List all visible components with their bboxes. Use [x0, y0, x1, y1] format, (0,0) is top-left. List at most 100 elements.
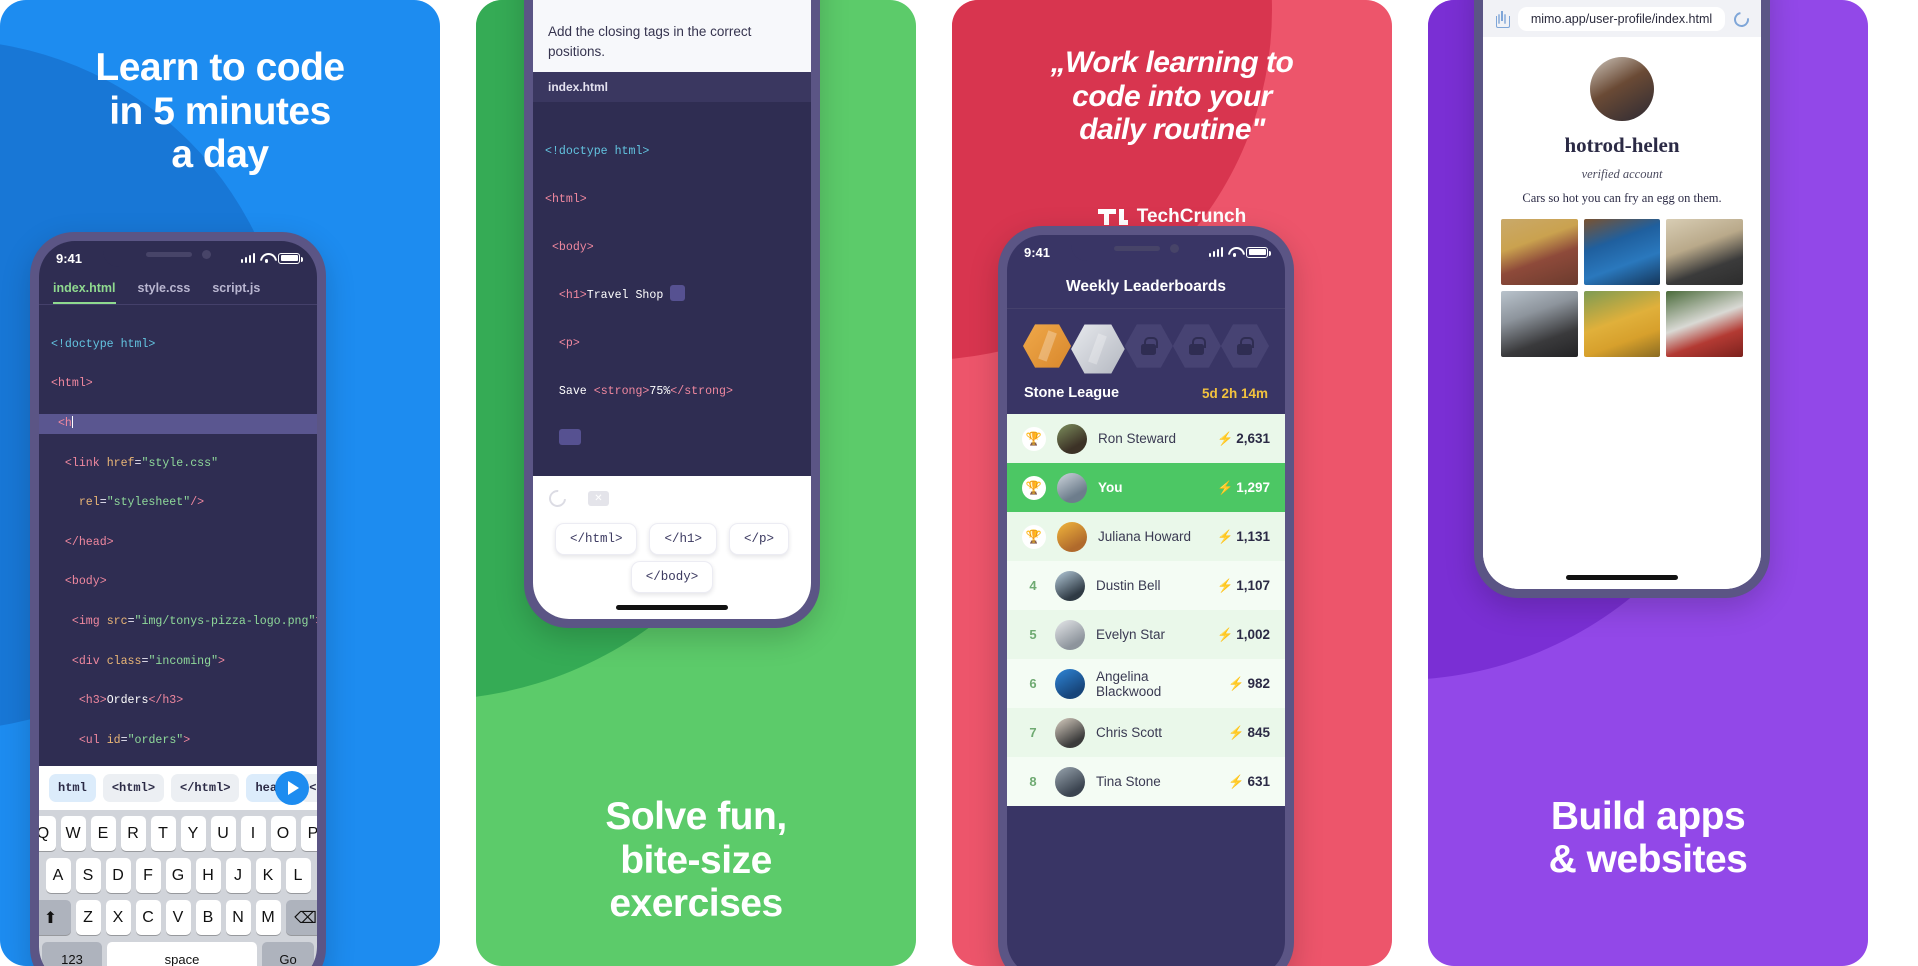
answer-token-row-2: </body>: [547, 561, 797, 593]
key-l[interactable]: L: [285, 858, 311, 893]
key-x[interactable]: X: [105, 900, 131, 935]
editor-file-tabs[interactable]: index.html style.css script.js: [39, 275, 317, 305]
code-line: <!doctype html>: [545, 145, 650, 159]
shift-key[interactable]: ⬆: [39, 900, 71, 935]
key-w[interactable]: W: [60, 816, 86, 851]
code-line: <ul id="orders">: [78, 733, 191, 747]
player-name: Ron Steward: [1098, 431, 1177, 446]
table-row[interactable]: 8 Tina Stone ⚡ 631: [1007, 757, 1285, 806]
key-a[interactable]: A: [45, 858, 71, 893]
key-s[interactable]: S: [75, 858, 101, 893]
key-g[interactable]: G: [165, 858, 191, 893]
panel-3-headline: „Work learning to code into your daily r…: [1050, 46, 1294, 147]
key-y[interactable]: Y: [180, 816, 206, 851]
home-indicator: [616, 605, 728, 610]
techcrunch-attribution: TechCrunch: [952, 206, 1392, 228]
player-points: ⚡ 845: [1228, 724, 1270, 741]
key-c[interactable]: C: [135, 900, 161, 935]
key-q[interactable]: Q: [39, 816, 56, 851]
key-j[interactable]: J: [225, 858, 251, 893]
backspace-key[interactable]: ⌫: [285, 900, 317, 935]
key-o[interactable]: O: [270, 816, 296, 851]
table-row[interactable]: 🏆 Ron Steward ⚡ 2,631: [1007, 414, 1285, 463]
status-bar: 9:41: [39, 241, 317, 275]
table-row[interactable]: 7 Chris Scott ⚡ 845: [1007, 708, 1285, 757]
player-rank: 7: [1029, 725, 1037, 740]
key-b[interactable]: B: [195, 900, 221, 935]
table-row[interactable]: 4 Dustin Bell ⚡ 1,107: [1007, 561, 1285, 610]
table-row[interactable]: 🏆 Juliana Howard ⚡ 1,131: [1007, 512, 1285, 561]
locked-league-badge-1[interactable]: [1124, 324, 1173, 368]
suggestion-chip-open-html[interactable]: <html>: [102, 774, 165, 802]
locked-league-badge-3[interactable]: [1220, 324, 1270, 368]
key-m[interactable]: M: [255, 900, 281, 935]
url-text[interactable]: mimo.app/user-profile/index.html: [1518, 7, 1725, 31]
numbers-key[interactable]: 123: [42, 942, 102, 966]
code-suggestion-bar[interactable]: html <html> </html> head <: [39, 766, 317, 810]
exercise-prompt: Add the closing tags in the correct posi…: [533, 0, 811, 73]
panel-4-headline: Build apps & websites: [1548, 794, 1748, 882]
suggestion-chip-close-html[interactable]: </html>: [171, 774, 240, 802]
black-vintage-car-photo[interactable]: [1666, 219, 1743, 285]
key-r[interactable]: R: [120, 816, 146, 851]
key-f[interactable]: F: [135, 858, 161, 893]
red-pickup-in-field-photo[interactable]: [1501, 219, 1578, 285]
phone-screen: 9:41 Weekly Leaderboards Stone League 5d…: [1007, 235, 1285, 966]
player-rank: 4: [1029, 578, 1037, 593]
go-key[interactable]: Go: [262, 942, 314, 966]
player-points: ⚡ 2,631: [1217, 430, 1270, 447]
profile-page: hotrod-helen verified account Cars so ho…: [1483, 37, 1761, 589]
key-u[interactable]: U: [210, 816, 236, 851]
key-k[interactable]: K: [255, 858, 281, 893]
share-icon[interactable]: [1495, 10, 1510, 28]
yellow-chevy-truck-photo[interactable]: [1583, 291, 1661, 357]
black-hotrod-photo[interactable]: [1501, 291, 1578, 357]
key-h[interactable]: H: [195, 858, 221, 893]
silver-league-badge[interactable]: [1071, 324, 1125, 374]
key-z[interactable]: Z: [75, 900, 101, 935]
key-t[interactable]: T: [150, 816, 176, 851]
key-v[interactable]: V: [165, 900, 191, 935]
player-name: Tina Stone: [1096, 774, 1161, 789]
browser-url-bar[interactable]: mimo.app/user-profile/index.html: [1483, 1, 1761, 37]
answer-token-close-p[interactable]: </p>: [729, 523, 790, 555]
answer-blank-slot[interactable]: [670, 285, 686, 302]
answer-blank-slot[interactable]: [558, 429, 581, 446]
key-n[interactable]: N: [225, 900, 251, 935]
table-row[interactable]: 6 Angelina Blackwood ⚡ 982: [1007, 659, 1285, 708]
table-row[interactable]: 🏆 You ⚡ 1,297: [1007, 463, 1285, 512]
battery-icon: [1246, 246, 1271, 258]
key-d[interactable]: D: [105, 858, 131, 893]
phone-screen: mimo.app/user-profile/index.html hotrod-…: [1483, 0, 1761, 589]
answer-token-close-h1[interactable]: </h1>: [649, 523, 717, 555]
onscreen-keyboard[interactable]: Q W E R T Y U I O P A S D F G H J K L ⬆ …: [39, 810, 317, 966]
key-i[interactable]: I: [240, 816, 266, 851]
undo-icon[interactable]: [545, 486, 570, 511]
bronze-league-badge[interactable]: [1023, 324, 1072, 368]
code-line: </head>: [64, 535, 114, 549]
tab-script-js[interactable]: script.js: [212, 281, 260, 304]
table-row[interactable]: 5 Evelyn Star ⚡ 1,002: [1007, 610, 1285, 659]
suggestion-chip-html[interactable]: html: [49, 774, 96, 802]
key-p[interactable]: P: [300, 816, 317, 851]
blue-vw-beetle-photo[interactable]: [1583, 219, 1661, 285]
league-info-row: Stone League 5d 2h 14m: [1007, 381, 1285, 414]
red-vw-bus-photo[interactable]: [1666, 291, 1743, 357]
avatar: [1055, 717, 1085, 748]
locked-league-badge-2[interactable]: [1172, 324, 1221, 368]
leaderboard-list[interactable]: 🏆 Ron Steward ⚡ 2,631 🏆 You ⚡ 1,297 🏆 Ju…: [1007, 414, 1285, 806]
backspace-icon[interactable]: ✕: [588, 491, 609, 506]
tab-index-html[interactable]: index.html: [53, 281, 116, 304]
answer-token-close-html[interactable]: </html>: [554, 523, 638, 555]
status-indicators: [240, 252, 303, 264]
tab-style-css[interactable]: style.css: [138, 281, 191, 304]
panel-1-headline: Learn to code in 5 minutes a day: [95, 46, 345, 177]
key-e[interactable]: E: [90, 816, 116, 851]
space-key[interactable]: space: [107, 942, 257, 966]
player-points: ⚡ 1,107: [1217, 577, 1270, 594]
answer-token-close-body[interactable]: </body>: [630, 561, 714, 593]
run-button[interactable]: [275, 771, 309, 805]
reload-icon[interactable]: [1731, 8, 1752, 30]
app-store-screenshot-gallery: Learn to code in 5 minutes a day 9:41 in…: [0, 0, 1918, 966]
league-badge-row[interactable]: [1007, 309, 1285, 381]
